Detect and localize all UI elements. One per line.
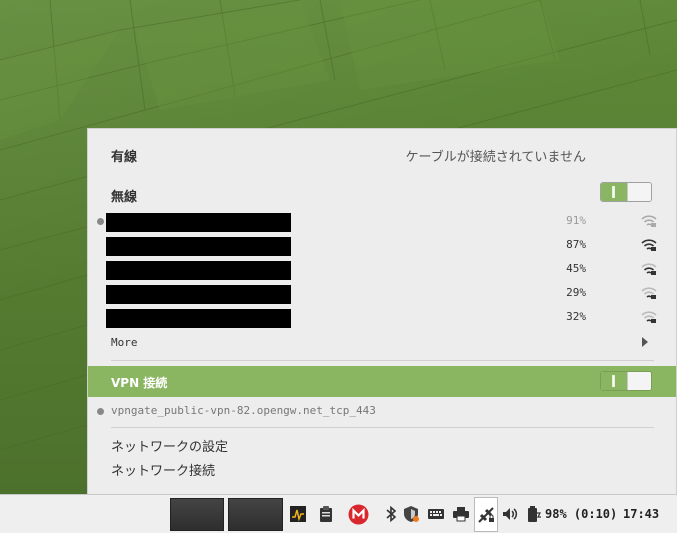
wifi-network-row[interactable]: 45% (88, 260, 676, 280)
vpn-connection-name: vpngate_public-vpn-82.opengw.net_tcp_443 (111, 404, 376, 417)
wifi-network-row[interactable]: 87% (88, 236, 676, 256)
clock[interactable]: 17:43 (623, 507, 659, 521)
wired-status-text: ケーブルが接続されていません (405, 150, 586, 165)
wifi-network-row[interactable]: 32% (88, 308, 676, 328)
wifi-network-row[interactable]: 29% (88, 284, 676, 304)
wifi-ssid-redacted (106, 309, 291, 328)
wifi-ssid-redacted (106, 237, 291, 256)
clipboard-icon[interactable] (317, 505, 335, 523)
wireless-toggle[interactable] (600, 182, 652, 202)
vpn-section-title: VPN 接続 (111, 376, 168, 390)
toggle-on-mark (612, 375, 615, 387)
battery-status-text[interactable]: 98% (0:10) (545, 507, 617, 521)
wifi-network-row[interactable]: 91% (88, 212, 676, 232)
battery-icon[interactable] (524, 505, 542, 523)
more-networks-label[interactable]: More (111, 336, 138, 349)
divider (111, 427, 654, 428)
wireless-section-title: 無線 (111, 190, 138, 205)
vpn-toggle[interactable] (600, 371, 652, 391)
taskbar: 98% (0:10) 17:43 (0, 494, 677, 533)
wifi-signal-percent: 45% (566, 262, 586, 275)
printer-icon[interactable] (452, 505, 470, 523)
network-disconnected-icon (478, 507, 494, 523)
chevron-right-icon[interactable] (642, 337, 648, 347)
connected-indicator (97, 408, 104, 415)
network-connections-item[interactable]: ネットワーク接続 (111, 460, 215, 479)
vpn-connection-item[interactable]: vpngate_public-vpn-82.opengw.net_tcp_443 (88, 403, 676, 421)
divider (111, 360, 654, 361)
wifi-signal-icon (641, 287, 657, 299)
wifi-signal-percent: 87% (566, 238, 586, 251)
wifi-signal-icon (641, 239, 657, 251)
wifi-signal-icon (641, 215, 657, 227)
wifi-signal-icon (641, 311, 657, 323)
network-popup: 有線 ケーブルが接続されていません 無線 91% 87% 45% 29% 32%… (87, 128, 677, 494)
mega-icon[interactable] (348, 504, 369, 525)
taskbar-window-button[interactable] (228, 498, 283, 531)
taskbar-window-button[interactable] (170, 498, 224, 531)
bluetooth-icon[interactable] (382, 505, 400, 523)
system-monitor-icon[interactable] (289, 505, 307, 523)
keyboard-icon[interactable] (427, 505, 445, 523)
update-shield-icon[interactable] (402, 505, 420, 523)
toggle-off-segment (627, 183, 651, 201)
wifi-signal-percent: 91% (566, 214, 586, 227)
wifi-signal-icon (641, 263, 657, 275)
wired-section-title: 有線 (111, 150, 138, 165)
network-tray-button[interactable] (474, 497, 498, 532)
wifi-ssid-redacted (106, 285, 291, 304)
wifi-ssid-redacted (106, 213, 291, 232)
wifi-signal-percent: 32% (566, 310, 586, 323)
vpn-section-header: VPN 接続 (88, 366, 676, 397)
network-settings-item[interactable]: ネットワークの設定 (111, 436, 228, 455)
wifi-ssid-redacted (106, 261, 291, 280)
wifi-signal-percent: 29% (566, 286, 586, 299)
volume-icon[interactable] (501, 505, 519, 523)
toggle-off-segment (627, 372, 651, 390)
connected-indicator (97, 218, 104, 225)
toggle-on-mark (612, 186, 615, 198)
